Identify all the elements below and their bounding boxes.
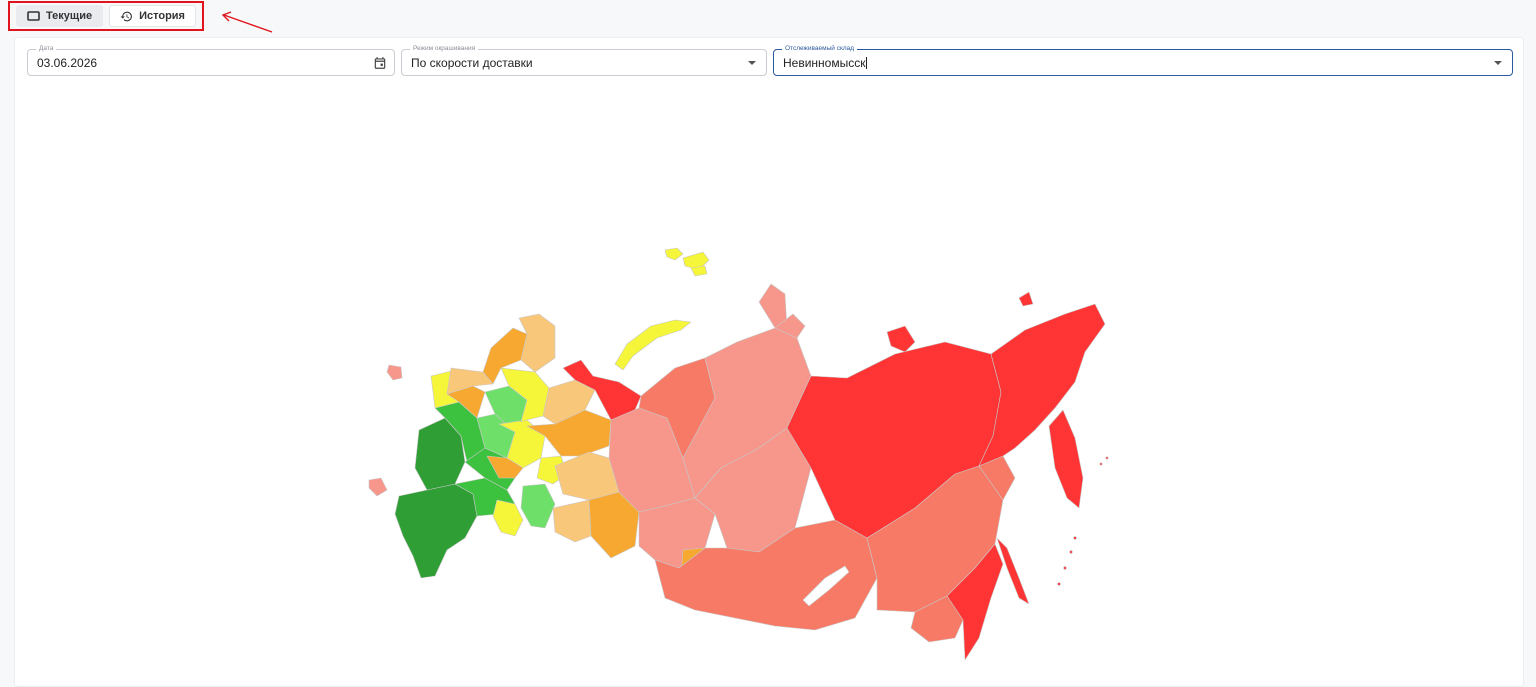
map-island bbox=[1073, 536, 1077, 540]
map-region bbox=[1018, 291, 1034, 307]
top-toolbar: Текущие История bbox=[0, 0, 1536, 36]
tab-history[interactable]: История bbox=[109, 5, 196, 27]
tab-current-label: Текущие bbox=[46, 10, 93, 22]
map-region bbox=[394, 483, 478, 579]
map-region bbox=[386, 364, 403, 381]
map-island bbox=[1105, 456, 1109, 460]
map-region bbox=[886, 325, 916, 353]
annotation-arrow bbox=[221, 11, 273, 33]
map-island bbox=[1063, 566, 1067, 570]
map-region bbox=[664, 247, 684, 261]
russia-delivery-map bbox=[368, 247, 1109, 661]
view-tabs: Текущие История bbox=[8, 1, 204, 31]
map-island bbox=[1069, 550, 1073, 554]
map-region bbox=[690, 265, 708, 277]
map-region bbox=[552, 499, 592, 543]
map-region bbox=[368, 477, 388, 497]
map-region bbox=[520, 483, 556, 529]
tab-current[interactable]: Текущие bbox=[16, 5, 104, 27]
map-region bbox=[996, 537, 1030, 605]
monitor-icon bbox=[27, 11, 40, 21]
map-island bbox=[1099, 462, 1103, 466]
history-icon bbox=[120, 11, 132, 21]
map-region bbox=[758, 283, 788, 329]
main-panel: Дата 03.06.2026 Режим окрашивания По ско… bbox=[14, 37, 1524, 687]
map-region bbox=[1048, 409, 1084, 509]
tab-history-label: История bbox=[139, 10, 185, 22]
map-region bbox=[614, 319, 692, 371]
map-island bbox=[1057, 582, 1061, 586]
map-region bbox=[492, 499, 524, 537]
